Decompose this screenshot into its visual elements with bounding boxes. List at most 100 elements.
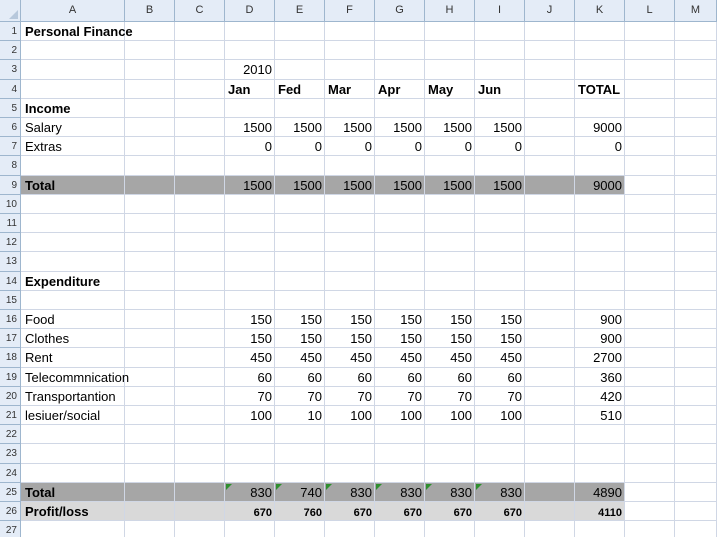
cell-d3[interactable]: 2010: [243, 62, 272, 77]
cell-d7[interactable]: 0: [265, 139, 272, 154]
cell-i26[interactable]: 670: [504, 506, 522, 521]
cell-e19[interactable]: 60: [308, 370, 322, 385]
cell-d4[interactable]: Jan: [228, 82, 250, 97]
row-header-12[interactable]: 12: [0, 233, 21, 253]
formula-warning-icon[interactable]: [326, 484, 332, 490]
cell-e18[interactable]: 450: [300, 350, 322, 365]
row-header-10[interactable]: 10: [0, 194, 21, 214]
cell-g25[interactable]: 830: [400, 485, 422, 500]
row-header-22[interactable]: 22: [0, 425, 21, 445]
formula-warning-icon[interactable]: [376, 484, 382, 490]
cell-k4[interactable]: TOTAL: [578, 82, 620, 97]
formula-warning-icon[interactable]: [276, 484, 282, 490]
cell-i18[interactable]: 450: [500, 350, 522, 365]
row-header-4[interactable]: 4: [0, 79, 21, 99]
cell-i17[interactable]: 150: [500, 331, 522, 346]
row-header-1[interactable]: 1: [0, 22, 21, 42]
row-header-16[interactable]: 16: [0, 310, 21, 330]
cell-e26[interactable]: 760: [304, 506, 322, 521]
cell-f7[interactable]: 0: [365, 139, 372, 154]
cell-h7[interactable]: 0: [465, 139, 472, 154]
cell-e21[interactable]: 10: [308, 408, 322, 423]
column-header-c[interactable]: C: [175, 0, 225, 22]
cell-h17[interactable]: 150: [450, 331, 472, 346]
column-header-k[interactable]: K: [575, 0, 625, 22]
row-header-17[interactable]: 17: [0, 329, 21, 349]
cell-f26[interactable]: 670: [354, 506, 372, 521]
column-header-i[interactable]: I: [475, 0, 525, 22]
row-header-7[interactable]: 7: [0, 137, 21, 157]
cell-e16[interactable]: 150: [300, 312, 322, 327]
cell-g21[interactable]: 100: [400, 408, 422, 423]
cell-i9[interactable]: 1500: [493, 178, 522, 193]
cell-k17[interactable]: 900: [600, 331, 622, 346]
cell-e7[interactable]: 0: [315, 139, 322, 154]
cell-k7[interactable]: 0: [615, 139, 622, 154]
cell-h19[interactable]: 60: [458, 370, 472, 385]
cell-g18[interactable]: 450: [400, 350, 422, 365]
row-header-20[interactable]: 20: [0, 386, 21, 406]
row-header-2[interactable]: 2: [0, 41, 21, 61]
column-header-g[interactable]: G: [375, 0, 425, 22]
cell-f9[interactable]: 1500: [343, 178, 372, 193]
cell-i21[interactable]: 100: [500, 408, 522, 423]
cell-h18[interactable]: 450: [450, 350, 472, 365]
cell-d19[interactable]: 60: [258, 370, 272, 385]
cell-f17[interactable]: 150: [350, 331, 372, 346]
row-header-21[interactable]: 21: [0, 406, 21, 426]
cell-i4[interactable]: Jun: [478, 82, 501, 97]
cell-e4[interactable]: Fed: [278, 82, 301, 97]
formula-warning-icon[interactable]: [226, 484, 232, 490]
cell-k26[interactable]: 4110: [598, 506, 622, 521]
cell-a20[interactable]: Transportantion: [25, 389, 116, 404]
cell-a16[interactable]: Food: [25, 312, 55, 327]
cell-f20[interactable]: 70: [358, 389, 372, 404]
cell-k25[interactable]: 4890: [593, 485, 622, 500]
cell-h20[interactable]: 70: [458, 389, 472, 404]
cell-k16[interactable]: 900: [600, 312, 622, 327]
row-header-27[interactable]: 27: [0, 521, 21, 537]
cell-g26[interactable]: 670: [404, 506, 422, 521]
cell-h25[interactable]: 830: [450, 485, 472, 500]
cell-d18[interactable]: 450: [250, 350, 272, 365]
spreadsheet-grid[interactable]: ABCDEFGHIJKLM 1 2 3 4 5 6 7 8 9 10 11 12 13 14 15 16 17 1…: [0, 0, 717, 537]
cell-f25[interactable]: 830: [350, 485, 372, 500]
row-header-19[interactable]: 19: [0, 367, 21, 387]
row-header-8[interactable]: 8: [0, 156, 21, 176]
cell-e20[interactable]: 70: [308, 389, 322, 404]
column-header-h[interactable]: H: [425, 0, 475, 22]
cell-a1[interactable]: Personal Finance: [25, 24, 133, 39]
cell-a17[interactable]: Clothes: [25, 331, 69, 346]
cell-f18[interactable]: 450: [350, 350, 372, 365]
cell-h21[interactable]: 100: [450, 408, 472, 423]
cell-a19[interactable]: Telecommnication: [25, 370, 129, 385]
cell-f6[interactable]: 1500: [343, 120, 372, 135]
row-header-5[interactable]: 5: [0, 98, 21, 118]
column-header-a[interactable]: A: [21, 0, 125, 22]
cell-f4[interactable]: Mar: [328, 82, 351, 97]
cell-i7[interactable]: 0: [515, 139, 522, 154]
row-header-6[interactable]: 6: [0, 118, 21, 138]
cell-d21[interactable]: 100: [250, 408, 272, 423]
cell-f16[interactable]: 150: [350, 312, 372, 327]
column-header-j[interactable]: J: [525, 0, 575, 22]
row-header-14[interactable]: 14: [0, 271, 21, 291]
cell-k9[interactable]: 9000: [593, 178, 622, 193]
cell-i16[interactable]: 150: [500, 312, 522, 327]
cell-k19[interactable]: 360: [600, 370, 622, 385]
column-header-d[interactable]: D: [225, 0, 275, 22]
cell-e9[interactable]: 1500: [293, 178, 322, 193]
cell-h4[interactable]: May: [428, 82, 453, 97]
column-header-l[interactable]: L: [625, 0, 675, 22]
cell-g17[interactable]: 150: [400, 331, 422, 346]
cell-k6[interactable]: 9000: [593, 120, 622, 135]
cell-h6[interactable]: 1500: [443, 120, 472, 135]
cell-d16[interactable]: 150: [250, 312, 272, 327]
cell-h9[interactable]: 1500: [443, 178, 472, 193]
row-header-11[interactable]: 11: [0, 214, 21, 234]
cell-a5[interactable]: Income: [25, 101, 71, 116]
row-header-26[interactable]: 26: [0, 502, 21, 522]
cell-h16[interactable]: 150: [450, 312, 472, 327]
cell-a25[interactable]: Total: [25, 485, 55, 500]
cell-d17[interactable]: 150: [250, 331, 272, 346]
